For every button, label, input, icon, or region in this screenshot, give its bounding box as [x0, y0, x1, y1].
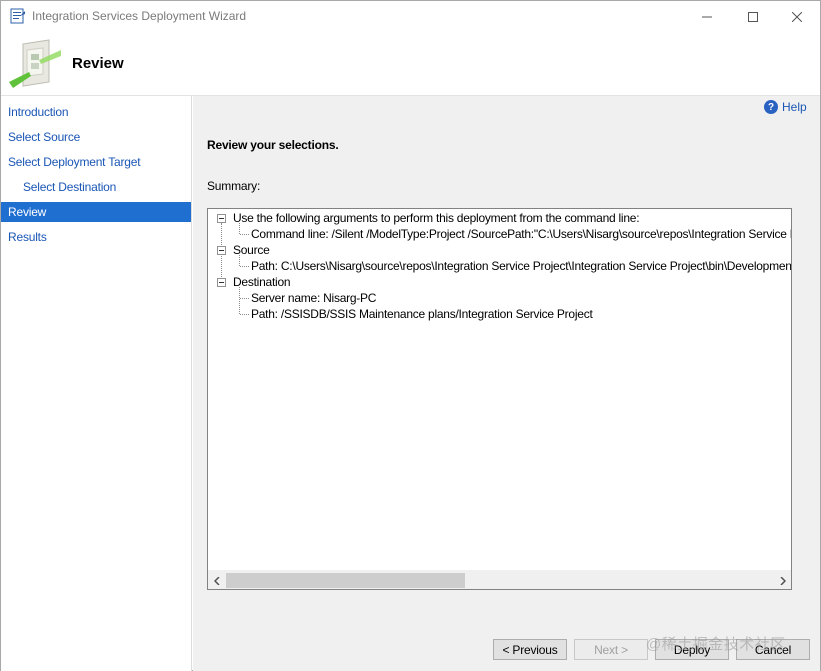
tree-node-arguments[interactable]: Use the following arguments to perform t…: [233, 211, 640, 225]
collapse-toggle-icon[interactable]: [217, 278, 226, 287]
scroll-left-button[interactable]: [208, 571, 225, 589]
tree-node-destination[interactable]: Destination: [233, 275, 291, 289]
help-label: Help: [782, 100, 807, 114]
help-icon: ?: [764, 100, 778, 114]
nav-item-select-deployment-target[interactable]: Select Deployment Target: [1, 152, 191, 172]
minimize-icon: [702, 16, 712, 17]
help-link[interactable]: ? Help: [764, 100, 807, 114]
wizard-header: Review: [1, 32, 820, 96]
collapse-toggle-icon[interactable]: [217, 246, 226, 255]
tree-node-command-line[interactable]: Command line: /Silent /ModelType:Project…: [251, 227, 791, 241]
chevron-left-icon: [213, 576, 220, 585]
previous-button[interactable]: < Previous: [493, 639, 567, 660]
tree-node-source[interactable]: Source: [233, 243, 270, 257]
nav-item-review[interactable]: Review: [1, 202, 191, 222]
tree-branch-line: [240, 266, 249, 267]
summary-tree-viewport: Use the following arguments to perform t…: [208, 209, 791, 571]
wizard-app-icon: [10, 8, 25, 24]
maximize-icon: [748, 11, 758, 22]
summary-tree[interactable]: Use the following arguments to perform t…: [207, 208, 792, 590]
horizontal-scrollbar[interactable]: [208, 570, 791, 589]
scroll-thumb[interactable]: [226, 573, 465, 588]
deploy-button[interactable]: Deploy: [655, 639, 729, 660]
minimize-button[interactable]: [684, 1, 730, 32]
tree-branch-line: [240, 234, 249, 235]
maximize-button[interactable]: [730, 1, 776, 32]
next-button[interactable]: Next >: [574, 639, 648, 660]
review-heading: Review your selections.: [207, 138, 339, 152]
tree-branch-line: [239, 287, 240, 314]
nav-item-select-destination[interactable]: Select Destination: [1, 177, 191, 197]
nav-item-results[interactable]: Results: [1, 227, 191, 247]
tree-branch-line: [240, 298, 249, 299]
tree-node-server-name[interactable]: Server name: Nisarg-PC: [251, 291, 376, 305]
tree-node-source-path[interactable]: Path: C:\Users\Nisarg\source\repos\Integ…: [251, 259, 791, 273]
tree-branch-line: [240, 314, 249, 315]
scroll-right-button[interactable]: [774, 571, 791, 589]
wizard-window: Integration Services Deployment Wizard R…: [0, 0, 821, 671]
chevron-right-icon: [779, 576, 786, 585]
window-title: Integration Services Deployment Wizard: [32, 9, 247, 23]
tree-node-destination-path[interactable]: Path: /SSISDB/SSIS Maintenance plans/Int…: [251, 307, 593, 321]
close-button[interactable]: [774, 1, 820, 32]
close-icon: [792, 11, 802, 22]
nav-item-introduction[interactable]: Introduction: [1, 102, 191, 122]
wizard-banner-icon: [9, 39, 61, 88]
title-bar: Integration Services Deployment Wizard: [1, 1, 820, 32]
collapse-toggle-icon[interactable]: [217, 214, 226, 223]
content-panel: ? Help Review your selections. Summary:: [193, 96, 820, 671]
cancel-button[interactable]: Cancel: [736, 639, 810, 660]
summary-label: Summary:: [207, 179, 261, 193]
wizard-steps-nav: Introduction Select Source Select Deploy…: [1, 96, 192, 671]
nav-item-select-source[interactable]: Select Source: [1, 127, 191, 147]
page-title: Review: [72, 55, 124, 72]
